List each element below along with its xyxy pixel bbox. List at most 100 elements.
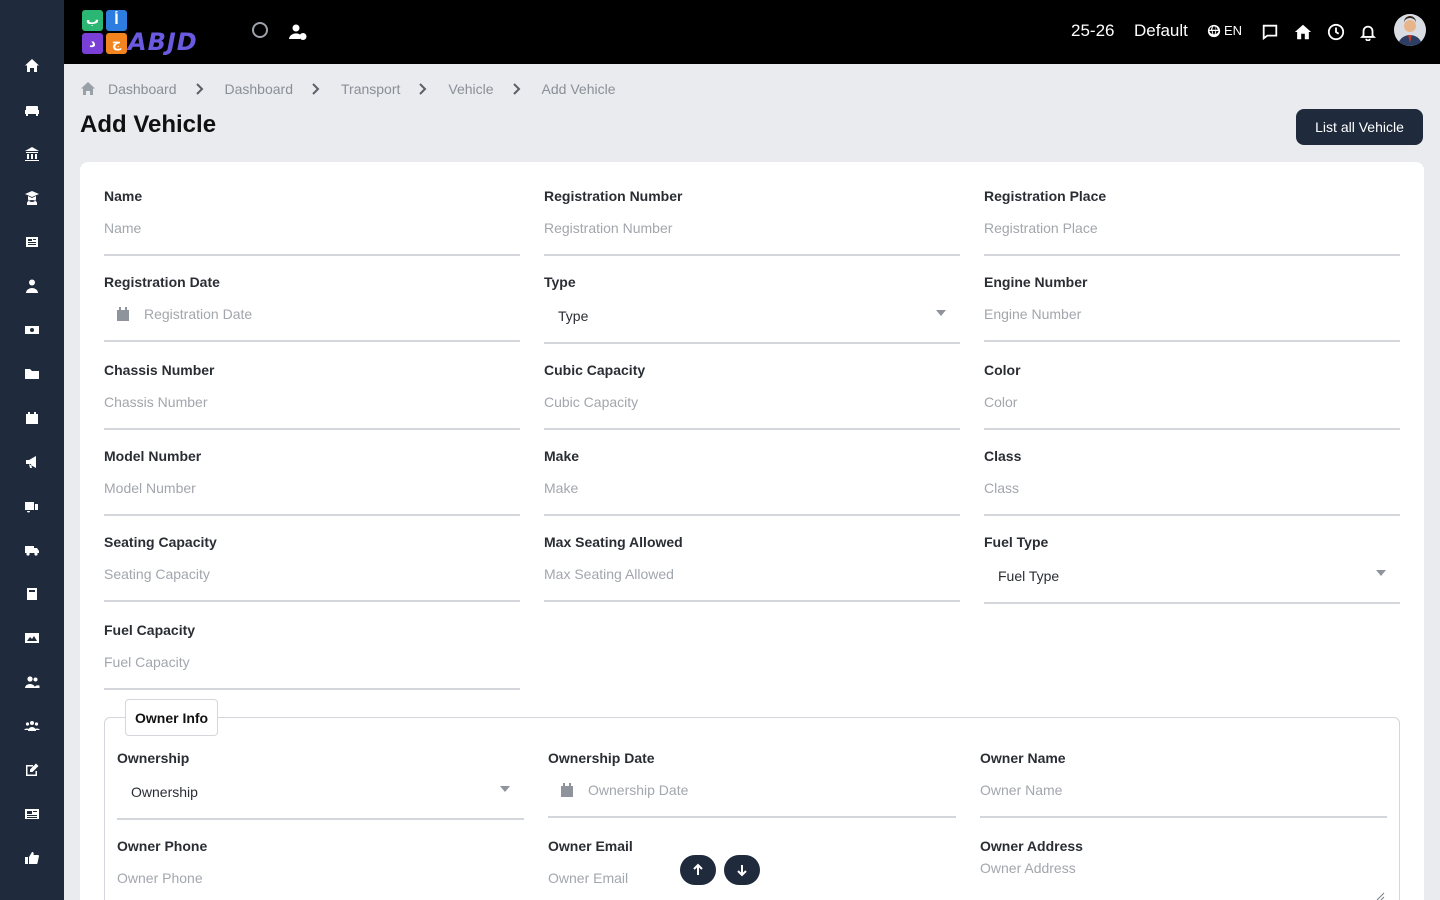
fuel-capacity-input[interactable] [104, 654, 520, 670]
registration-place-input[interactable] [984, 220, 1400, 236]
home-icon[interactable] [20, 54, 44, 78]
field-label: Name [104, 188, 143, 204]
registration-place-field: Registration Place [984, 188, 1400, 256]
breadcrumb-item[interactable]: Dashboard [225, 81, 294, 97]
engine-number-input[interactable] [984, 306, 1400, 322]
model-number-input[interactable] [104, 480, 520, 496]
field-label: Owner Address [980, 838, 1083, 854]
select-value: Fuel Type [998, 568, 1060, 584]
fuel-type-select[interactable]: Fuel Type [984, 562, 1400, 604]
sofa-icon[interactable] [20, 98, 44, 122]
avatar[interactable] [1394, 14, 1426, 46]
language-selector[interactable]: EN [1207, 23, 1242, 38]
field-label: Ownership [117, 750, 190, 766]
user-tie-icon[interactable] [20, 274, 44, 298]
calendar-icon [116, 306, 130, 322]
field-label: Fuel Capacity [104, 622, 196, 638]
logo-text: ABJD [128, 28, 198, 56]
seating-capacity-field: Seating Capacity [104, 534, 520, 602]
field-label: Model Number [104, 448, 202, 464]
school-selector[interactable]: Default [1134, 21, 1188, 41]
users-icon[interactable] [20, 670, 44, 694]
breadcrumb-home-icon[interactable] [80, 81, 96, 97]
list-all-vehicle-button[interactable]: List all Vehicle [1296, 109, 1423, 145]
field-label: Owner Email [548, 838, 633, 854]
logo-tile: ج [106, 33, 127, 54]
user-clock-icon[interactable] [288, 22, 308, 42]
registration-number-input[interactable] [544, 220, 960, 236]
bank-icon[interactable] [20, 142, 44, 166]
select-value: Ownership [131, 784, 198, 800]
book-icon[interactable] [20, 582, 44, 606]
chassis-number-input[interactable] [104, 394, 520, 410]
model-number-field: Model Number [104, 448, 520, 516]
chassis-number-field: Chassis Number [104, 362, 520, 430]
chevron-right-icon [512, 83, 524, 95]
class-input[interactable] [984, 480, 1400, 496]
breadcrumb-item[interactable]: Dashboard [108, 81, 177, 97]
edit-icon[interactable] [20, 758, 44, 782]
field-label: Registration Place [984, 188, 1107, 204]
select-value: Type [558, 308, 589, 324]
bell-icon[interactable] [1358, 22, 1378, 42]
logo-tile: ب [82, 10, 103, 31]
ownership-field: Ownership Ownership [117, 750, 524, 820]
make-input[interactable] [544, 480, 960, 496]
chat-icon[interactable] [1260, 22, 1280, 42]
money-icon[interactable] [20, 318, 44, 342]
loading-circle-icon[interactable] [252, 22, 268, 38]
owner-address-textarea[interactable] [980, 860, 1387, 890]
chevron-right-icon [418, 83, 430, 95]
field-label: Make [544, 448, 580, 464]
ownership-select[interactable]: Ownership [117, 778, 524, 820]
breadcrumb-item[interactable]: Transport [341, 81, 400, 97]
field-label: Cubic Capacity [544, 362, 646, 378]
owner-name-field: Owner Name [980, 750, 1387, 818]
people-group-icon[interactable] [20, 714, 44, 738]
ownership-date-input[interactable] [548, 782, 956, 798]
abjd-logo[interactable]: ب أ د ج ABJD [80, 8, 224, 56]
chevron-right-icon [311, 83, 323, 95]
type-field: Type Type [544, 274, 960, 344]
caret-down-icon [936, 310, 946, 316]
clock-icon[interactable] [1326, 22, 1346, 42]
field-label: Seating Capacity [104, 534, 217, 550]
seating-capacity-input[interactable] [104, 566, 520, 582]
graduate-icon[interactable] [20, 186, 44, 210]
calendar-icon[interactable] [20, 406, 44, 430]
field-label: Owner Phone [117, 838, 208, 854]
registration-number-field: Registration Number [544, 188, 960, 256]
name-input[interactable] [104, 220, 520, 236]
field-label: Chassis Number [104, 362, 215, 378]
caret-down-icon [500, 786, 510, 792]
scroll-down-button[interactable] [724, 855, 760, 885]
owner-phone-input[interactable] [117, 870, 524, 886]
topbar: ب أ د ج ABJD 25-26 Default EN [64, 0, 1440, 64]
home-switch-icon[interactable] [1293, 22, 1313, 42]
language-code: EN [1224, 23, 1243, 38]
ownership-date-field: Ownership Date [548, 750, 956, 818]
field-label: Max Seating Allowed [544, 534, 683, 550]
fuel-type-field: Fuel Type Fuel Type [984, 534, 1400, 604]
scroll-up-button[interactable] [680, 855, 716, 885]
owner-name-input[interactable] [980, 782, 1387, 798]
thumbs-up-icon[interactable] [20, 846, 44, 870]
cubic-capacity-input[interactable] [544, 394, 960, 410]
caret-down-icon [1376, 570, 1386, 576]
breadcrumb-item[interactable]: Vehicle [448, 81, 493, 97]
newspaper-icon[interactable] [20, 230, 44, 254]
color-input[interactable] [984, 394, 1400, 410]
registration-date-field: Registration Date [104, 274, 520, 342]
registration-date-input[interactable] [104, 306, 520, 322]
megaphone-icon[interactable] [20, 450, 44, 474]
truck-icon[interactable] [20, 538, 44, 562]
type-select[interactable]: Type [544, 302, 960, 344]
bus-stop-icon[interactable] [20, 494, 44, 518]
resize-handle-icon[interactable] [1375, 888, 1385, 900]
news-icon[interactable] [20, 802, 44, 826]
folder-icon[interactable] [20, 362, 44, 386]
max-seating-input[interactable] [544, 566, 960, 582]
session-selector[interactable]: 25-26 [1071, 21, 1114, 41]
image-icon[interactable] [20, 626, 44, 650]
breadcrumb-current: Add Vehicle [541, 81, 616, 97]
